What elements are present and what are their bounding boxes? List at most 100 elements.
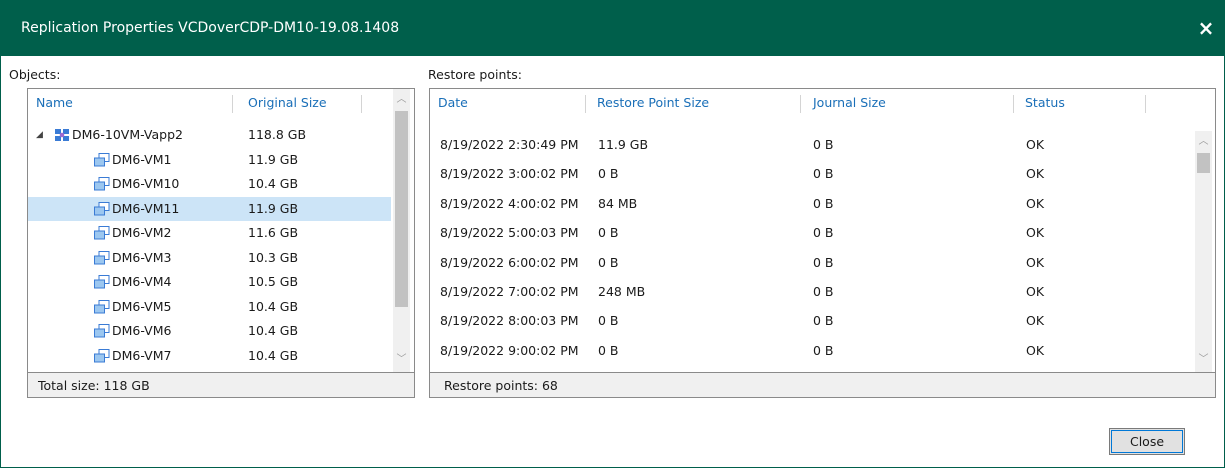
restore-point-date: 8/19/2022 8:00:03 PM bbox=[440, 313, 579, 329]
objects-rows: ◢ DM6-10VM-Vapp2 118.8 GB DM6-VM1 11.9 GB DM6… bbox=[28, 127, 391, 372]
objects-footer: Total size: 118 GB bbox=[28, 372, 414, 397]
objects-scrollbar[interactable]: ︿ ﹀ bbox=[393, 89, 410, 372]
tree-item-vm[interactable]: DM6-VM7 10.4 GB bbox=[28, 344, 391, 368]
restore-points-rows: 8/19/2022 2:30:49 PM 11.9 GB 0 B OK 8/19/202… bbox=[430, 133, 1194, 372]
restore-point-status: OK bbox=[1026, 313, 1045, 329]
tree-item-name: DM6-VM10 bbox=[112, 176, 180, 191]
restore-point-size: 11.9 GB bbox=[598, 137, 649, 152]
tree-item-size: 118.8 GB bbox=[248, 127, 307, 142]
vm-icon bbox=[94, 152, 110, 166]
restore-point-row[interactable]: 8/19/2022 3:00:02 PM 0 B 0 B OK bbox=[430, 162, 1194, 186]
window-title: Replication Properties VCDoverCDP-DM10-1… bbox=[21, 20, 400, 36]
column-separator[interactable] bbox=[585, 95, 586, 113]
column-header-name[interactable]: Name bbox=[36, 89, 73, 117]
vm-icon bbox=[94, 177, 110, 191]
tree-item-name: DM6-VM2 bbox=[112, 225, 172, 240]
restore-point-date: 8/19/2022 6:00:02 PM bbox=[440, 254, 579, 270]
column-separator[interactable] bbox=[800, 95, 801, 113]
restore-point-size: 0 B bbox=[598, 166, 619, 182]
close-icon[interactable]: × bbox=[1196, 18, 1216, 38]
restore-points-label: Restore points: bbox=[428, 67, 523, 82]
restore-point-journal: 0 B bbox=[813, 225, 834, 241]
tree-item-name: DM6-VM4 bbox=[112, 274, 172, 289]
tree-item-name: DM6-VM3 bbox=[112, 249, 172, 265]
restore-point-size: 0 B bbox=[598, 225, 619, 241]
scroll-up-icon[interactable]: ︿ bbox=[1195, 133, 1212, 150]
tree-item-vm[interactable]: DM6-VM11 11.9 GB bbox=[28, 196, 391, 221]
replication-properties-dialog: Replication Properties VCDoverCDP-DM10-1… bbox=[0, 0, 1225, 468]
restore-point-size: 0 B bbox=[598, 254, 619, 270]
objects-label: Objects: bbox=[9, 67, 61, 82]
restore-point-row[interactable]: 8/19/2022 8:00:03 PM 0 B 0 B OK bbox=[430, 309, 1194, 333]
column-separator[interactable] bbox=[232, 95, 233, 113]
tree-item-name: DM6-VM7 bbox=[112, 347, 172, 363]
tree-item-name: DM6-10VM-Vapp2 bbox=[72, 127, 183, 142]
tree-item-name: DM6-VM1 bbox=[112, 151, 172, 167]
restore-point-status: OK bbox=[1026, 137, 1045, 152]
restore-point-status: OK bbox=[1026, 195, 1045, 211]
vm-icon bbox=[94, 348, 110, 362]
scroll-down-icon[interactable]: ﹀ bbox=[393, 351, 410, 368]
tree-item-size: 10.5 GB bbox=[248, 274, 299, 289]
restore-point-date: 8/19/2022 3:00:02 PM bbox=[440, 166, 579, 182]
tree-item-vm[interactable]: DM6-VM2 11.6 GB bbox=[28, 221, 391, 245]
vapp-icon bbox=[55, 129, 69, 141]
restore-point-row[interactable]: 8/19/2022 7:00:02 PM 248 MB 0 B OK bbox=[430, 280, 1194, 304]
restore-point-journal: 0 B bbox=[813, 137, 834, 152]
tree-item-vm[interactable]: DM6-VM1 11.9 GB bbox=[28, 148, 391, 172]
tree-item-size: 10.3 GB bbox=[248, 249, 299, 265]
column-header-original-size[interactable]: Original Size bbox=[248, 89, 327, 117]
restore-point-size: 0 B bbox=[598, 342, 619, 358]
restore-points-count: Restore points: 68 bbox=[444, 378, 558, 393]
objects-tree-list[interactable]: Name Original Size ◢ DM6-10VM-Vapp2 118.8 … bbox=[27, 88, 415, 398]
column-header-restore-point-size[interactable]: Restore Point Size bbox=[597, 89, 709, 117]
restore-point-row[interactable]: 8/19/2022 4:00:02 PM 84 MB 0 B OK bbox=[430, 192, 1194, 216]
expand-icon[interactable]: ◢ bbox=[36, 127, 43, 147]
restore-point-journal: 0 B bbox=[813, 166, 834, 182]
scrollbar-thumb[interactable] bbox=[1197, 153, 1210, 173]
restore-point-status: OK bbox=[1026, 284, 1045, 299]
restore-point-date: 8/19/2022 5:00:03 PM bbox=[440, 225, 579, 241]
restore-points-list[interactable]: Date Restore Point Size Journal Size Sta… bbox=[429, 88, 1216, 398]
scrollbar-thumb[interactable] bbox=[395, 111, 408, 307]
restore-point-journal: 0 B bbox=[813, 342, 834, 358]
restore-point-status: OK bbox=[1026, 254, 1045, 270]
column-header-status[interactable]: Status bbox=[1025, 89, 1065, 117]
restore-point-date: 8/19/2022 7:00:02 PM bbox=[440, 284, 579, 299]
restore-point-date: 8/19/2022 9:00:02 PM bbox=[440, 342, 579, 358]
tree-item-vm[interactable]: DM6-VM5 10.4 GB bbox=[28, 295, 391, 319]
tree-item-size: 11.9 GB bbox=[248, 151, 299, 167]
tree-item-vm[interactable]: DM6-VM6 10.4 GB bbox=[28, 319, 391, 343]
tree-item-vm[interactable]: DM6-VM10 10.4 GB bbox=[28, 172, 391, 196]
restore-point-size: 248 MB bbox=[598, 284, 646, 299]
vm-icon bbox=[94, 201, 110, 215]
tree-item-size: 10.4 GB bbox=[248, 323, 299, 338]
column-separator[interactable] bbox=[1145, 95, 1146, 113]
title-bar: Replication Properties VCDoverCDP-DM10-1… bbox=[1, 1, 1224, 56]
restore-point-status: OK bbox=[1026, 342, 1045, 358]
restore-point-row[interactable]: 8/19/2022 5:00:03 PM 0 B 0 B OK bbox=[430, 221, 1194, 245]
restore-point-row[interactable]: 8/19/2022 2:30:49 PM 11.9 GB 0 B OK bbox=[430, 133, 1194, 157]
column-separator[interactable] bbox=[361, 95, 362, 113]
close-button[interactable]: Close bbox=[1109, 428, 1185, 455]
tree-item-size: 10.4 GB bbox=[248, 298, 299, 314]
restore-point-date: 8/19/2022 2:30:49 PM bbox=[440, 137, 579, 152]
restore-point-size: 84 MB bbox=[598, 195, 638, 211]
restore-point-journal: 0 B bbox=[813, 284, 834, 299]
scroll-down-icon[interactable]: ﹀ bbox=[1195, 351, 1212, 368]
restore-point-row[interactable]: 8/19/2022 6:00:02 PM 0 B 0 B OK bbox=[430, 251, 1194, 275]
restore-point-journal: 0 B bbox=[813, 254, 834, 270]
tree-item-vm[interactable]: DM6-VM3 10.3 GB bbox=[28, 246, 391, 270]
restore-point-journal: 0 B bbox=[813, 195, 834, 211]
column-header-date[interactable]: Date bbox=[438, 89, 468, 117]
restore-point-row[interactable]: 8/19/2022 9:00:02 PM 0 B 0 B OK bbox=[430, 339, 1194, 363]
tree-item-name: DM6-VM6 bbox=[112, 323, 172, 338]
tree-item-vm[interactable]: DM6-VM4 10.5 GB bbox=[28, 270, 391, 294]
restore-point-status: OK bbox=[1026, 225, 1045, 241]
tree-item-vapp[interactable]: ◢ DM6-10VM-Vapp2 118.8 GB bbox=[28, 127, 391, 147]
column-header-journal-size[interactable]: Journal Size bbox=[813, 89, 886, 117]
column-separator[interactable] bbox=[1013, 95, 1014, 113]
restore-points-scrollbar[interactable]: ︿ ﹀ bbox=[1195, 131, 1212, 372]
scroll-up-icon[interactable]: ︿ bbox=[393, 91, 410, 108]
vm-icon bbox=[94, 275, 110, 289]
